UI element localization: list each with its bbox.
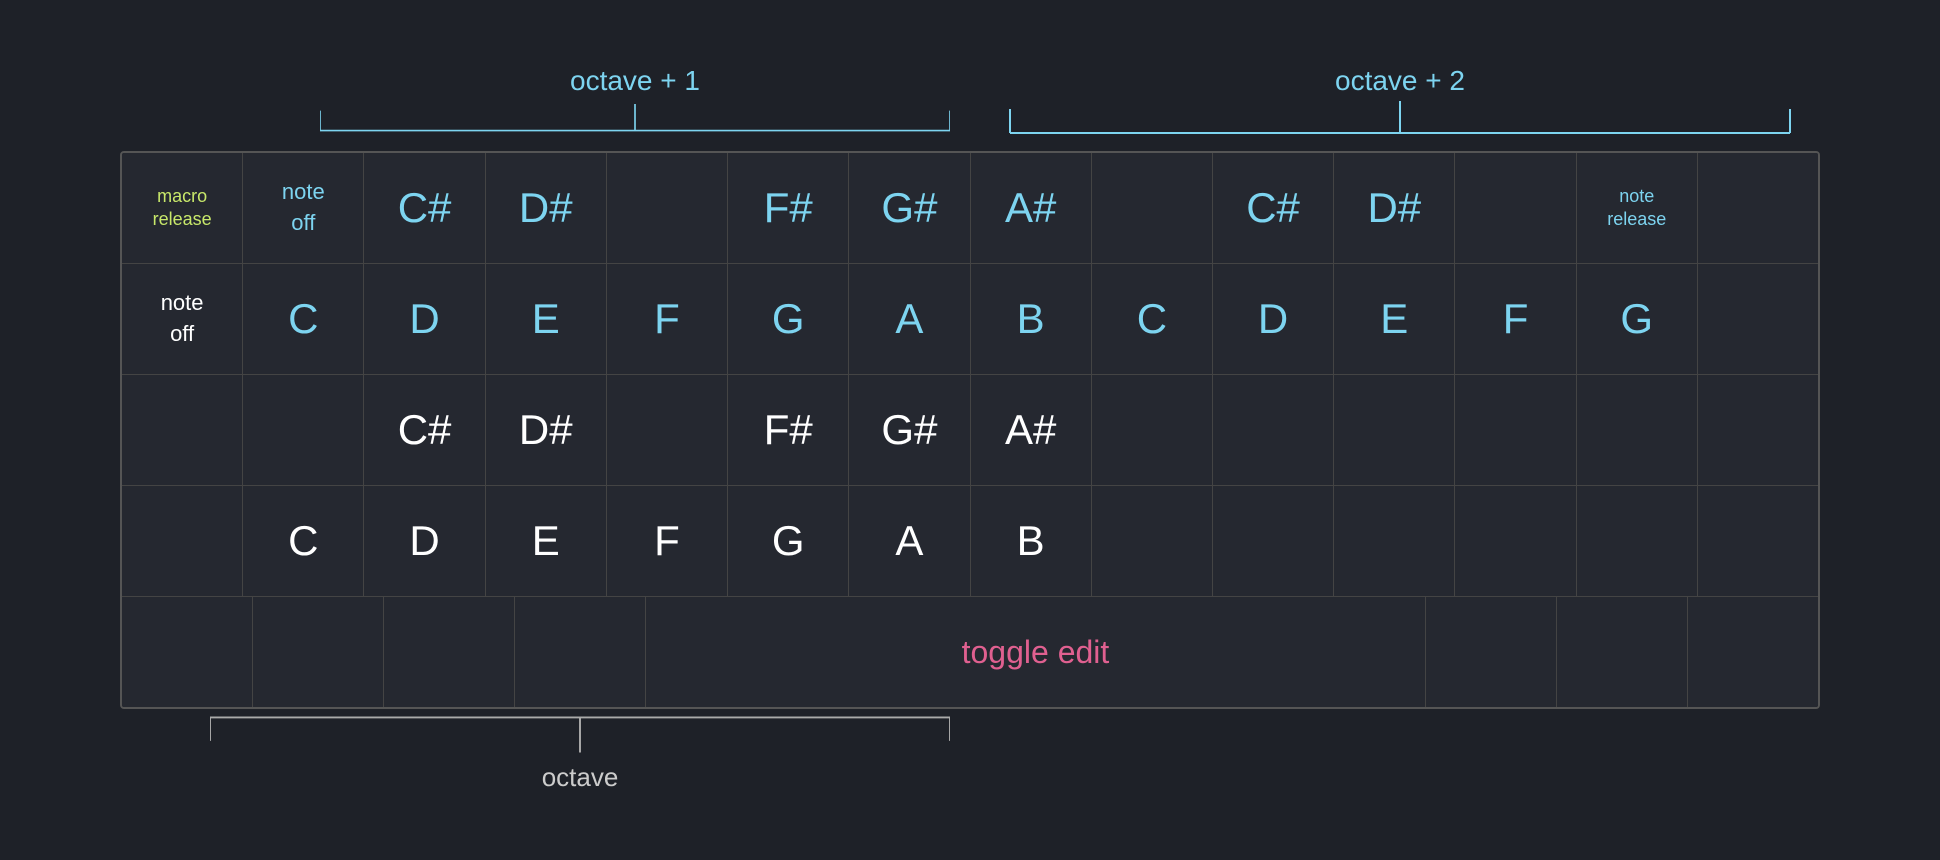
c-sharp-1-cell[interactable]: C#	[364, 153, 485, 263]
octave2-text: octave + 2	[980, 65, 1820, 97]
g2-cell[interactable]: G	[1577, 264, 1698, 374]
c-sharp-r3-cell[interactable]: C#	[364, 375, 485, 485]
row-sharps-2: C# D# F# G# A#	[122, 375, 1818, 486]
a-sharp-1-cell[interactable]: A#	[971, 153, 1092, 263]
empty-4c	[1213, 486, 1334, 596]
empty-5g	[1688, 597, 1818, 707]
b1-cell[interactable]: B	[971, 264, 1092, 374]
toggle-edit-cell[interactable]: toggle edit	[646, 597, 1427, 707]
empty-5c	[384, 597, 515, 707]
g-sharp-1-cell[interactable]: G#	[849, 153, 970, 263]
empty-5e	[1426, 597, 1557, 707]
macro-release-cell[interactable]: macro release	[122, 153, 243, 263]
empty-5d	[515, 597, 646, 707]
empty-4d	[1334, 486, 1455, 596]
row-naturals-1: note off C D E F G A B C D E F G	[122, 264, 1818, 375]
empty-4e	[1455, 486, 1576, 596]
f-sharp-r3-cell[interactable]: F#	[728, 375, 849, 485]
empty-3d	[1092, 375, 1213, 485]
d-r4-cell[interactable]: D	[364, 486, 485, 596]
d-sharp-2-cell[interactable]: D#	[1334, 153, 1455, 263]
a-sharp-r3-cell[interactable]: A#	[971, 375, 1092, 485]
d-sharp-r3-cell[interactable]: D#	[486, 375, 607, 485]
empty-5a	[122, 597, 253, 707]
empty-3e	[1213, 375, 1334, 485]
g-sharp-r3-cell[interactable]: G#	[849, 375, 970, 485]
empty-5f	[1557, 597, 1688, 707]
empty-3a	[122, 375, 243, 485]
empty-3b	[243, 375, 364, 485]
empty-1b	[1092, 153, 1213, 263]
note-off-cell-1[interactable]: note off	[243, 153, 364, 263]
empty-3f	[1334, 375, 1455, 485]
g-r4-cell[interactable]: G	[728, 486, 849, 596]
f1-cell[interactable]: F	[607, 264, 728, 374]
bottom-label-container: octave	[120, 715, 1820, 795]
d-sharp-1-cell[interactable]: D#	[486, 153, 607, 263]
main-container: octave + 1 octave + 2 macro release note	[120, 65, 1820, 795]
f-sharp-1-cell[interactable]: F#	[728, 153, 849, 263]
e1-cell[interactable]: E	[486, 264, 607, 374]
row-sharps-1: macro release note off C# D# F# G# A# C#…	[122, 153, 1818, 264]
c-sharp-2-cell[interactable]: C#	[1213, 153, 1334, 263]
empty-4b	[1092, 486, 1213, 596]
empty-5b	[253, 597, 384, 707]
empty-4g	[1698, 486, 1818, 596]
octave1-label: octave + 1	[320, 65, 950, 143]
empty-1a	[607, 153, 728, 263]
octave1-text: octave + 1	[320, 65, 950, 97]
e-r4-cell[interactable]: E	[486, 486, 607, 596]
main-grid: macro release note off C# D# F# G# A# C#…	[120, 151, 1820, 709]
empty-3c	[607, 375, 728, 485]
octave-bottom-label: octave	[210, 715, 950, 793]
a1-cell[interactable]: A	[849, 264, 970, 374]
g1-cell[interactable]: G	[728, 264, 849, 374]
f2-cell[interactable]: F	[1455, 264, 1576, 374]
octave-bottom-text: octave	[210, 762, 950, 793]
empty-3i	[1698, 375, 1818, 485]
row-toggle: toggle edit	[122, 597, 1818, 707]
note-off-cell-2[interactable]: note off	[122, 264, 243, 374]
c1-cell[interactable]: C	[243, 264, 364, 374]
top-labels: octave + 1 octave + 2	[120, 65, 1820, 145]
c2-cell[interactable]: C	[1092, 264, 1213, 374]
empty-4f	[1577, 486, 1698, 596]
empty-2a	[1698, 264, 1818, 374]
empty-1c	[1455, 153, 1576, 263]
d1-cell[interactable]: D	[364, 264, 485, 374]
e2-cell[interactable]: E	[1334, 264, 1455, 374]
f-r4-cell[interactable]: F	[607, 486, 728, 596]
b-r4-cell[interactable]: B	[971, 486, 1092, 596]
c-r4-cell[interactable]: C	[243, 486, 364, 596]
empty-3h	[1577, 375, 1698, 485]
empty-4a	[122, 486, 243, 596]
octave2-label: octave + 2	[980, 65, 1820, 143]
d2-cell[interactable]: D	[1213, 264, 1334, 374]
empty-3g	[1455, 375, 1576, 485]
row-naturals-2: C D E F G A B	[122, 486, 1818, 597]
note-release-cell[interactable]: note release	[1577, 153, 1698, 263]
empty-1d	[1698, 153, 1818, 263]
a-r4-cell[interactable]: A	[849, 486, 970, 596]
